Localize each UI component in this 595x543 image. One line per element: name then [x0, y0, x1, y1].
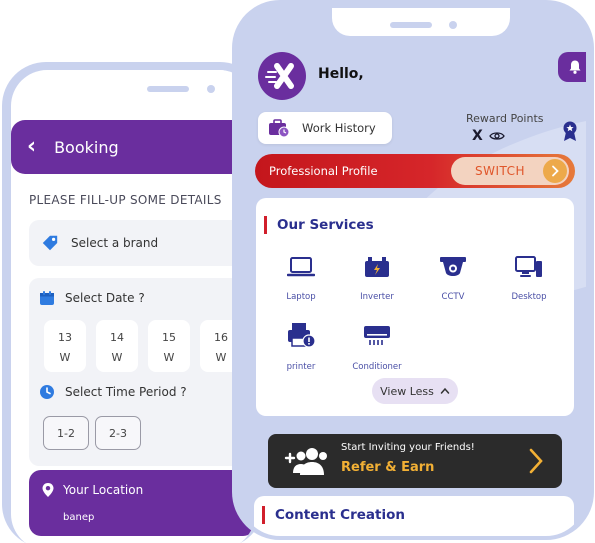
chevron-right-icon — [529, 448, 543, 474]
service-desktop[interactable]: Desktop — [494, 256, 564, 303]
service-label: Conditioner — [352, 362, 402, 372]
speaker-bar — [390, 22, 432, 28]
chevron-up-icon — [440, 387, 450, 394]
app-showcase: ‹ Booking PLEASE FILL-UP SOME DETAILS Se… — [0, 0, 595, 543]
back-arrow-icon[interactable]: ‹ — [27, 136, 36, 158]
select-time-label: Select Time Period ? — [65, 385, 187, 399]
service-inverter[interactable]: Inverter — [342, 256, 412, 303]
services-heading: Our Services — [264, 216, 374, 234]
date-weekday: W — [111, 351, 123, 364]
select-time-row: Select Time Period ? — [39, 384, 187, 400]
reward-points-value: X — [472, 128, 483, 144]
cctv-icon — [440, 257, 466, 276]
select-date-label: Select Date ? — [65, 291, 145, 305]
time-slot[interactable]: 2-3 — [95, 416, 141, 450]
phone-notch — [93, 70, 243, 100]
greeting-text: Hello, — [318, 66, 364, 82]
date-weekday: W — [59, 351, 71, 364]
our-services-card: Our Services Laptop Inverter CCTV Deskto… — [256, 198, 574, 416]
award-ribbon-icon — [563, 121, 577, 141]
professional-profile-label: Professional Profile — [269, 164, 378, 178]
refer-title: Refer & Earn — [341, 460, 435, 475]
phone-notch — [332, 8, 510, 36]
date-chip[interactable]: 14 W — [96, 320, 138, 372]
fill-details-heading: PLEASE FILL-UP SOME DETAILS — [29, 193, 222, 207]
time-slot[interactable]: 1-2 — [43, 416, 89, 450]
service-cctv[interactable]: CCTV — [418, 256, 488, 303]
content-creation-heading: Content Creation — [262, 506, 405, 524]
service-label: Inverter — [360, 292, 394, 302]
select-brand-field[interactable]: Select a brand — [29, 220, 255, 266]
view-less-label: View Less — [380, 384, 434, 398]
calendar-icon — [40, 291, 54, 305]
location-card[interactable]: Your Location banep — [29, 470, 255, 536]
select-date-row: Select Date ? — [39, 290, 145, 306]
camera-dot — [449, 21, 457, 29]
camera-dot — [207, 85, 215, 93]
service-laptop[interactable]: Laptop — [266, 256, 336, 303]
date-chip[interactable]: 15 W — [148, 320, 190, 372]
tag-icon — [42, 235, 58, 251]
notification-button[interactable] — [558, 52, 586, 82]
laptop-icon — [287, 257, 315, 277]
heading-accent-bar — [262, 506, 265, 524]
date-number: 15 — [162, 331, 176, 344]
reward-points-label: Reward Points — [466, 112, 544, 125]
home-phone: Hello, Work History Reward Points X Prof… — [232, 0, 594, 540]
service-label: printer — [286, 362, 316, 372]
switch-button[interactable]: SWITCH — [451, 157, 569, 185]
booking-screen: ‹ Booking PLEASE FILL-UP SOME DETAILS Se… — [11, 70, 255, 543]
add-friends-icon — [284, 448, 327, 475]
refer-earn-banner[interactable]: Start Inviting your Friends! Refer & Ear… — [268, 434, 562, 488]
clock-icon — [40, 385, 54, 399]
professional-profile-bar: Professional Profile SWITCH — [255, 154, 575, 188]
date-number: 13 — [58, 331, 72, 344]
refer-subtitle: Start Inviting your Friends! — [341, 442, 475, 453]
booking-phone: ‹ Booking PLEASE FILL-UP SOME DETAILS Se… — [2, 62, 264, 543]
date-time-card: Select Date ? 13 W 14 W 15 W 16 W Select… — [29, 278, 255, 466]
desktop-icon — [515, 256, 542, 277]
chevron-right-icon — [543, 159, 567, 183]
reward-points-value-row: X — [472, 128, 505, 144]
location-row: Your Location — [41, 482, 143, 498]
content-creation-title: Content Creation — [275, 507, 405, 523]
service-label: CCTV — [441, 292, 465, 302]
bell-icon — [569, 60, 581, 74]
user-avatar[interactable] — [258, 52, 306, 100]
location-value: banep — [63, 512, 95, 523]
service-label: Desktop — [511, 292, 547, 302]
service-conditioner[interactable]: Conditioner — [342, 322, 412, 373]
date-chip[interactable]: 13 W — [44, 320, 86, 372]
home-screen: Hello, Work History Reward Points X Prof… — [240, 8, 586, 536]
booking-header: ‹ Booking — [11, 120, 255, 174]
location-label: Your Location — [63, 483, 144, 497]
printer-icon — [288, 323, 316, 348]
date-weekday: W — [163, 351, 175, 364]
location-pin-icon — [42, 483, 54, 497]
briefcase-clock-icon — [269, 119, 290, 138]
air-conditioner-icon — [364, 326, 390, 345]
work-history-label: Work History — [302, 121, 376, 135]
heading-accent-bar — [264, 216, 267, 234]
services-title: Our Services — [277, 217, 374, 233]
brand-x-logo-icon — [265, 63, 294, 89]
work-history-button[interactable]: Work History — [258, 112, 392, 144]
inverter-icon — [365, 257, 389, 277]
view-less-button[interactable]: View Less — [372, 378, 458, 404]
date-number: 14 — [110, 331, 124, 344]
eye-icon[interactable] — [489, 131, 505, 141]
speaker-bar — [147, 86, 189, 92]
select-brand-label: Select a brand — [71, 236, 159, 250]
service-printer[interactable]: printer — [266, 322, 336, 373]
booking-title: Booking — [54, 137, 119, 157]
switch-label: SWITCH — [475, 164, 526, 178]
service-label: Laptop — [286, 292, 316, 302]
